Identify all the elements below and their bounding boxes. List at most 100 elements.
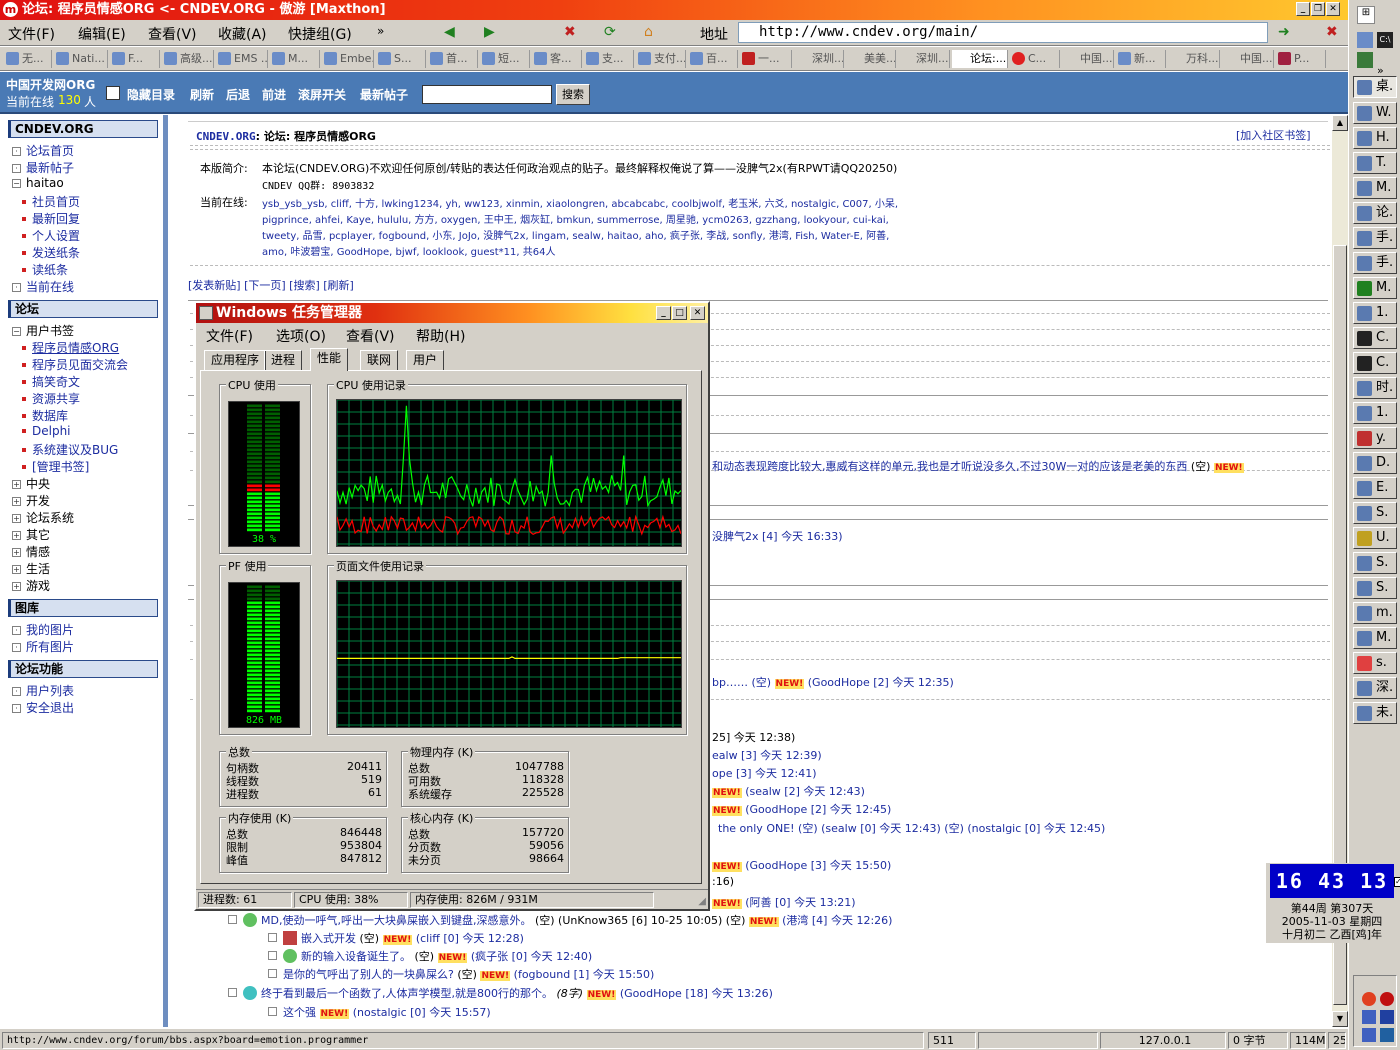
quicklaunch-icon[interactable] [1357, 52, 1373, 68]
minimize-icon[interactable]: _ [1296, 2, 1310, 16]
tm-menu-file[interactable]: 文件(F) [206, 326, 253, 346]
taskbar-button[interactable]: 深. [1353, 677, 1397, 699]
refresh-button[interactable]: 刷新 [190, 86, 214, 103]
taskbar-button[interactable]: D. [1353, 452, 1397, 474]
go-icon[interactable]: ➜ [1278, 24, 1290, 40]
nav-group[interactable]: + 开发 [12, 492, 50, 509]
tab-users[interactable]: 用户 [406, 350, 445, 370]
nav-user-list[interactable]: · 用户列表 [12, 682, 74, 699]
scroll-toggle-button[interactable]: 滚屏开关 [298, 86, 346, 103]
manage-bookmarks-link[interactable]: [管理书签] [12, 458, 89, 475]
site-link[interactable]: CNDEV.ORG [196, 130, 256, 143]
nav-send-note[interactable]: 发送纸条 [12, 244, 80, 261]
thread-fragment[interactable]: the only ONE! (空) (sealw [0] 今天 12:43) (… [718, 820, 1105, 836]
tab[interactable]: 支... [584, 50, 634, 68]
back-icon[interactable]: ◀ [444, 24, 455, 40]
cmd-icon[interactable]: C:\ [1377, 32, 1393, 48]
tab[interactable]: 新... [1116, 50, 1166, 68]
thread-fragment[interactable]: NEW! (sealw [2] 今天 12:43) [712, 783, 865, 799]
menu-view[interactable]: 查看(V) [148, 24, 197, 44]
forward-button[interactable]: 前进 [262, 86, 286, 103]
nav-read-note[interactable]: 读纸条 [12, 261, 68, 278]
thread-fragment[interactable]: NEW! (阿善 [0] 今天 13:21) [712, 894, 856, 910]
forward-icon[interactable]: ▶ [484, 24, 495, 40]
tab-performance[interactable]: 性能 [310, 348, 349, 371]
taskbar-button[interactable]: 1. [1353, 402, 1397, 424]
taskbar-button[interactable]: M. [1353, 177, 1397, 199]
thread-row[interactable]: 这个强 NEW! (nostalgic [0] 今天 15:57) [268, 1004, 491, 1020]
taskbar-button[interactable]: 1. [1353, 302, 1397, 324]
close-tab-icon[interactable]: ✖ [1326, 24, 1338, 40]
tab[interactable]: 深圳... [898, 50, 950, 68]
thread-row[interactable]: 嵌入式开发 (空) NEW! (cliff [0] 今天 12:28) [268, 930, 524, 946]
refresh-icon[interactable]: ⟳ [604, 24, 616, 40]
nav-all-pictures[interactable]: · 所有图片 [12, 638, 74, 655]
close-icon[interactable]: ✕ [690, 306, 705, 320]
tm-menu-view[interactable]: 查看(V) [346, 326, 395, 346]
minimize-icon[interactable]: _ [656, 306, 671, 320]
menu-groups[interactable]: 快捷组(G) [288, 24, 352, 44]
tab[interactable]: C... [1010, 50, 1060, 68]
tab[interactable]: 高级... [162, 50, 214, 68]
taskbar-button[interactable]: 时. [1353, 377, 1397, 399]
taskbar-button[interactable]: U. [1353, 527, 1397, 549]
tab[interactable]: F... [110, 50, 160, 68]
tab[interactable]: 无... [4, 50, 52, 68]
back-button[interactable]: 后退 [226, 86, 250, 103]
scroll-up-icon[interactable]: ▲ [1332, 115, 1348, 131]
thread-fragment[interactable]: 和动态表现跨度比较大,惠威有这样的单元,我也是才听说没多久,不过30W一对的应该… [712, 458, 1244, 474]
tab-processes[interactable]: 进程 [264, 350, 303, 370]
clock-checkbox[interactable]: ✓ [1394, 877, 1400, 887]
tab[interactable]: S... [376, 50, 426, 68]
forum-search-input[interactable] [422, 85, 552, 104]
taskbar-button[interactable]: y. [1353, 427, 1397, 449]
nav-group[interactable]: + 论坛系统 [12, 509, 74, 526]
tab[interactable]: P... [1276, 50, 1326, 68]
nav-group[interactable]: + 生活 [12, 560, 50, 577]
bookmark-link[interactable]: 系统建议及BUG [12, 441, 118, 458]
menu-file[interactable]: 文件(F) [8, 24, 55, 44]
online-users-line[interactable]: ysb_ysb_ysb, cliff, 十方, lwking1234, yh, … [262, 195, 898, 210]
taskbar-button[interactable]: H. [1353, 127, 1397, 149]
bookmark-link[interactable]: Delphi [12, 424, 71, 438]
taskbar-button[interactable]: M. [1353, 277, 1397, 299]
taskbar-button[interactable]: 桌. [1353, 76, 1397, 98]
tab[interactable]: 客... [532, 50, 582, 68]
taskbar-button[interactable]: S. [1353, 502, 1397, 524]
tab[interactable]: 深圳... [794, 50, 844, 68]
nav-logout[interactable]: · 安全退出 [12, 699, 74, 716]
thread-fragment[interactable]: 25] 今天 12:38) [712, 729, 795, 745]
tray-icon[interactable] [1362, 992, 1376, 1006]
thread-fragment[interactable]: NEW! (GoodHope [2] 今天 12:45) [712, 801, 891, 817]
tab[interactable]: Embe... [322, 50, 374, 68]
tm-menu-options[interactable]: 选项(O) [276, 326, 326, 346]
tab[interactable]: 美美... [846, 50, 896, 68]
thread-row[interactable]: 终于看到最后一个函数了,人体声学模型,就是800行的那个。 (8字) NEW! … [228, 985, 773, 1001]
tab[interactable]: M... [270, 50, 320, 68]
nav-group[interactable]: + 其它 [12, 526, 50, 543]
taskbar-button[interactable]: M. [1353, 627, 1397, 649]
bookmark-link[interactable]: 程序员见面交流会 [12, 356, 128, 373]
search-button[interactable]: 搜索 [556, 84, 590, 105]
online-users-line[interactable]: tweety, 品雪, pcplayer, fogbound, 小东, JoJo… [262, 227, 889, 242]
task-manager-title-bar[interactable]: Windows 任务管理器 _ □ ✕ [196, 303, 708, 323]
thread-fragment[interactable]: NEW! (GoodHope [3] 今天 15:50) [712, 857, 891, 873]
taskbar-button[interactable]: s. [1353, 652, 1397, 674]
tray-icon[interactable] [1380, 1028, 1394, 1042]
taskbar-button[interactable]: C. [1353, 327, 1397, 349]
bookmark-link[interactable]: 资源共享 [12, 390, 80, 407]
stop-icon[interactable]: ✖ [564, 24, 576, 40]
home-icon[interactable]: ⌂ [644, 24, 653, 40]
thread-fragment[interactable]: 没脾气2x [4] 今天 16:33) [712, 528, 843, 544]
nav-latest-posts[interactable]: · 最新帖子 [12, 159, 74, 176]
tray-icon[interactable] [1380, 1010, 1394, 1024]
nav-group[interactable]: + 情感 [12, 543, 50, 560]
menu-more-icon[interactable]: » [377, 24, 384, 38]
tab[interactable]: 中国... [1062, 50, 1114, 68]
menu-edit[interactable]: 编辑(E) [78, 24, 126, 44]
maximize-icon[interactable]: □ [672, 306, 687, 320]
close-icon[interactable]: ✕ [1326, 2, 1340, 16]
taskbar-button[interactable]: S. [1353, 577, 1397, 599]
tab[interactable]: 中国... [1222, 50, 1274, 68]
nav-bookmarks-node[interactable]: − 用户书签 [12, 322, 74, 339]
